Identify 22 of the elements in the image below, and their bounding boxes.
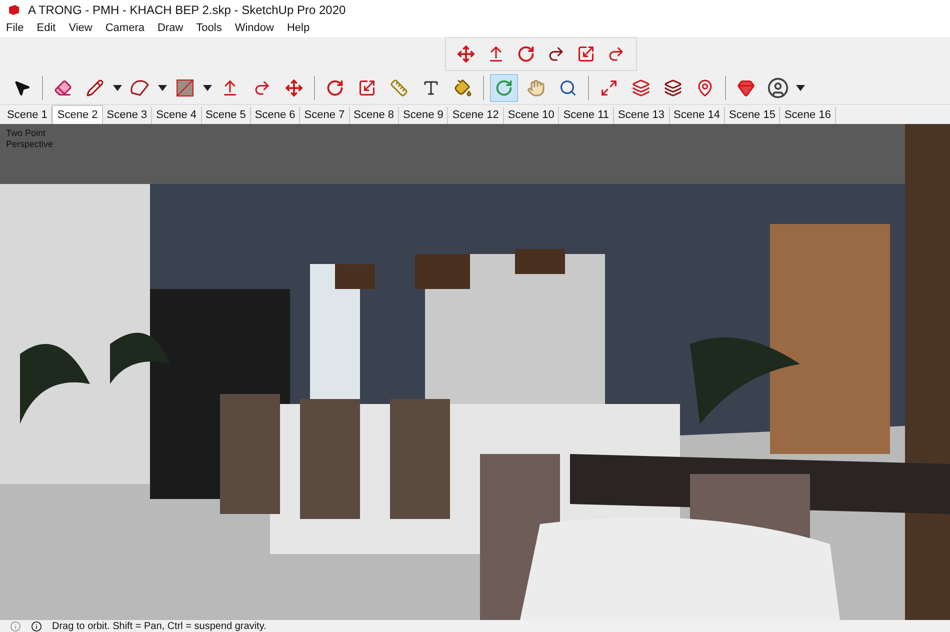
menu-item[interactable]: View: [68, 20, 92, 37]
info-icon[interactable]: [31, 620, 42, 632]
dropdown-caret-icon[interactable]: [113, 84, 122, 90]
dropdown-caret-icon[interactable]: [158, 84, 167, 90]
menu-item[interactable]: Tools: [196, 20, 222, 37]
orbit-icon[interactable]: [490, 74, 518, 102]
dropdown-caret-icon[interactable]: [203, 84, 212, 90]
app-logo-icon: [8, 4, 20, 16]
menu-item[interactable]: Edit: [36, 20, 56, 37]
menu-item[interactable]: Camera: [105, 20, 144, 37]
dropdown-caret-icon[interactable]: [796, 84, 805, 90]
camera-label: Two Point Perspective: [6, 128, 54, 150]
scene-tab[interactable]: Scene 8: [350, 107, 399, 124]
menu-item[interactable]: Window: [234, 20, 274, 37]
scene-tab[interactable]: Scene 2: [52, 105, 103, 124]
scene-tab[interactable]: Scene 14: [670, 107, 725, 124]
status-text: Drag to orbit. Shift = Pan, Ctrl = suspend gravity.: [52, 620, 266, 632]
scene-tab[interactable]: Scene 5: [202, 107, 251, 124]
window-title: A TRONG - PMH - KHACH BEP 2.skp - SketchUp Pro 2020: [28, 2, 346, 19]
menu-item[interactable]: Help: [286, 20, 310, 37]
menu-item[interactable]: Draw: [157, 20, 184, 37]
menu-item[interactable]: File: [6, 20, 24, 37]
